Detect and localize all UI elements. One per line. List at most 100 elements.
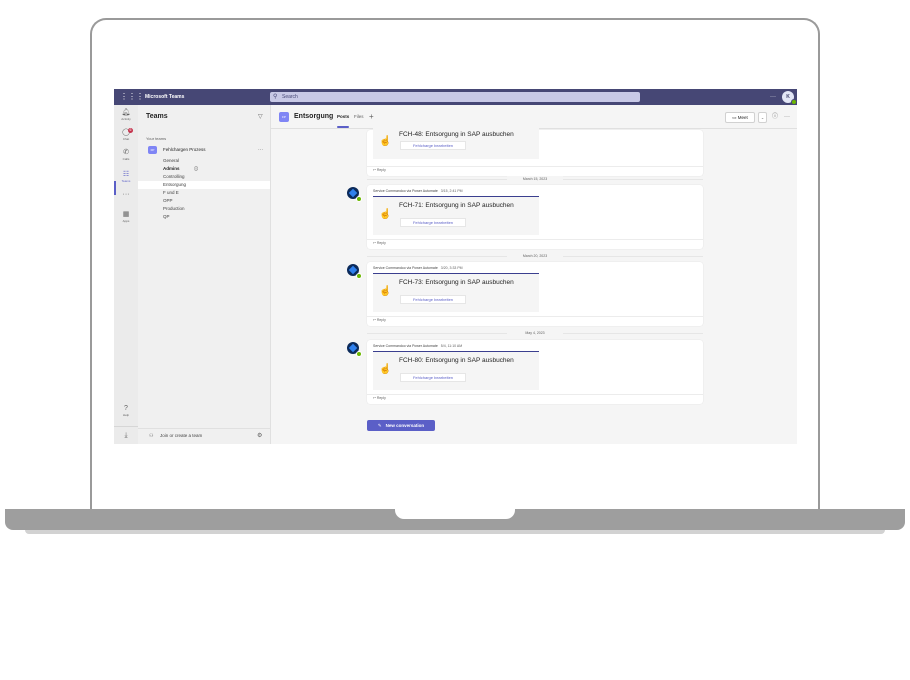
channel-label: Admins (163, 166, 180, 171)
add-tab-icon[interactable]: + (369, 111, 374, 123)
sender-name: Service Commandoo via Power Automate (373, 266, 438, 270)
presence-dot (356, 273, 362, 279)
phone-icon: ✆ (123, 149, 129, 156)
post: Service Commandoo via Power Automate 3/20… (367, 262, 703, 326)
filter-icon[interactable]: ▽ (258, 113, 263, 120)
post-timestamp: 3/20, 3:33 PM (440, 266, 463, 270)
channel-view: FP Entsorgung Posts Files + ▭ Meet ⌄ ⓘ ·… (271, 105, 797, 444)
people-add-icon: ⚇ (149, 433, 154, 439)
hand-pointer-icon: ☝ (379, 364, 392, 375)
reply-label: Reply (376, 168, 386, 172)
post: ☝ FCH-48: Entsorgung in SAP ausbuchen Fehl… (367, 128, 703, 176)
channel-item[interactable]: Admins ⓘ (138, 165, 270, 173)
reply-label: Reply (376, 396, 386, 400)
channel-item[interactable]: QP (138, 213, 270, 221)
chat-icon: ◯ (122, 129, 130, 136)
adaptive-card: ☝ FCH-73: Entsorgung in SAP ausbuchen Fehl… (373, 273, 539, 312)
date-label: March 20, 2023 (507, 253, 563, 259)
channel-title: Entsorgung (294, 113, 334, 120)
team-avatar: FP (148, 146, 157, 154)
new-conversation-button[interactable]: ✎ New conversation (367, 420, 435, 431)
adaptive-card: ☝ FCH-48: Entsorgung in SAP ausbuchen Fehl… (373, 128, 539, 159)
rail-item-chat[interactable]: ◯ Chat (114, 129, 138, 141)
adaptive-card: ☝ FCH-71: Entsorgung in SAP ausbuchen Fehl… (373, 196, 539, 235)
reply-link[interactable]: ↩ Reply (373, 241, 386, 245)
search-placeholder: Search (282, 94, 298, 100)
rail-item-help[interactable]: ? Help (114, 405, 138, 417)
channel-item[interactable]: Production (138, 205, 270, 213)
laptop-foot (25, 530, 885, 534)
download-icon[interactable]: ⤓ (114, 426, 138, 444)
reply-link[interactable]: ↩ Reply (373, 318, 386, 322)
your-teams-heading: Your teams (146, 136, 167, 141)
rail-item-activity[interactable]: 🔔︎ Activity (114, 109, 138, 121)
search-input[interactable]: ⚲ Search (270, 92, 640, 102)
date-label: March 15, 2023 (507, 176, 563, 182)
fehlcharge-bearbeiten-button[interactable]: Fehlcharge bearbeiten (400, 295, 466, 304)
sender-name: Service Commandoo via Power Automate (373, 344, 438, 348)
new-conversation-label: New conversation (385, 423, 425, 428)
channel-label: Production (163, 206, 185, 211)
fehlcharge-bearbeiten-button[interactable]: Fehlcharge bearbeiten (400, 141, 466, 150)
active-tab-indicator (337, 126, 349, 128)
channel-item[interactable]: F und E (138, 189, 270, 197)
team-item[interactable]: FP Fehlchargen Prozess ··· (146, 145, 268, 155)
rail-label: Activity (121, 117, 131, 121)
app-rail: 🔔︎ Activity ◯ Chat 6 ✆ Calls ☷ Teams ··· ▦ Apps? Hel… (114, 105, 138, 444)
post-header: Service Commandoo via Power Automate 5/4,… (373, 344, 462, 348)
fehlcharge-bearbeiten-button[interactable]: Fehlcharge bearbeiten (400, 218, 466, 227)
more-options-icon[interactable]: ··· (784, 111, 790, 123)
teams-icon: ☷ (122, 171, 130, 178)
reply-label: Reply (376, 318, 386, 322)
reply-link[interactable]: ↩ Reply (373, 396, 386, 400)
meet-dropdown-icon[interactable]: ⌄ (758, 112, 767, 123)
teams-panel: Teams ▽ Your teams FP Fehlchargen Prozes… (138, 105, 271, 444)
sender-name: Service Commandoo via Power Automate (373, 189, 438, 193)
rail-item-more[interactable]: ··· (114, 191, 138, 199)
settings-more-icon[interactable]: ··· (770, 89, 776, 105)
fehlcharge-bearbeiten-button[interactable]: Fehlcharge bearbeiten (400, 373, 466, 382)
post-divider (367, 316, 703, 317)
channel-item[interactable]: Controlling (138, 173, 270, 181)
join-create-team[interactable]: ⚇ Join or create a team ⚙ (138, 428, 270, 443)
rail-item-calls[interactable]: ✆ Calls (114, 149, 138, 161)
info-icon[interactable]: ⓘ (772, 111, 778, 123)
title-bar: ⋮⋮⋮ Microsoft Teams ⚲ Search ··· K (114, 89, 797, 105)
adaptive-card: ☝ FCH-80: Entsorgung in SAP ausbuchen Fehl… (373, 351, 539, 390)
search-icon: ⚲ (273, 94, 278, 100)
channel-label: General (163, 158, 180, 163)
channel-item[interactable]: Entsorgung (138, 181, 270, 189)
channel-item[interactable]: General (138, 157, 270, 165)
card-title: FCH-48: Entsorgung in SAP ausbuchen (399, 131, 514, 138)
channel-item[interactable]: OPP (138, 197, 270, 205)
help-icon: ? (124, 405, 128, 412)
hand-pointer-icon: ☝ (379, 286, 392, 297)
tab-posts[interactable]: Posts (337, 111, 349, 123)
team-more-icon[interactable]: ··· (258, 145, 263, 155)
post-divider (367, 166, 703, 167)
rail-label: Help (122, 413, 130, 417)
active-rail-indicator (114, 181, 116, 195)
post: Service Commandoo via Power Automate 5/4,… (367, 340, 703, 404)
post-header: Service Commandoo via Power Automate 3/20… (373, 266, 463, 270)
tab-files[interactable]: Files (354, 111, 364, 123)
rail-item-apps[interactable]: ▦ Apps (114, 211, 138, 223)
date-label: May 4, 2023 (507, 330, 563, 336)
rail-label: Calls (122, 157, 130, 161)
app-launcher-icon[interactable]: ⋮⋮⋮ (120, 92, 144, 102)
panel-title: Teams (146, 113, 168, 120)
rail-item-teams[interactable]: ☷ Teams (114, 171, 138, 183)
meet-button[interactable]: ▭ Meet (725, 112, 755, 123)
presence-dot (356, 351, 362, 357)
post-timestamp: 3/15, 2:41 PM (440, 189, 463, 193)
reply-link[interactable]: ↩ Reply (373, 168, 386, 172)
channel-label: QP (163, 214, 170, 219)
app-name: Microsoft Teams (145, 94, 185, 100)
rail-label: Apps (122, 219, 130, 223)
join-create-label: Join or create a team (160, 433, 203, 438)
date-separator: March 15, 2023 (367, 176, 703, 182)
date-separator: March 20, 2023 (367, 253, 703, 259)
more-apps-icon: ··· (122, 191, 130, 198)
gear-icon[interactable]: ⚙ (257, 429, 262, 443)
hand-pointer-icon: ☝ (379, 136, 392, 147)
